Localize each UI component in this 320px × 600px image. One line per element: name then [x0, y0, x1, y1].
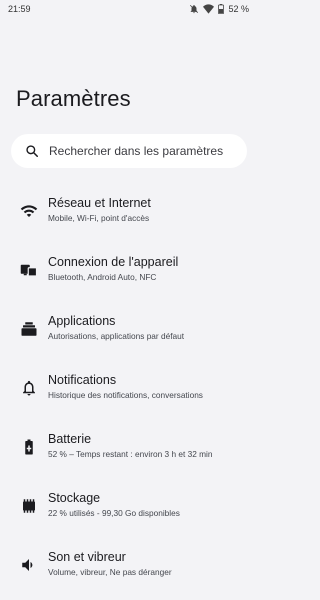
item-subtitle: 22 % utilisés - 99,30 Go disponibles: [48, 508, 180, 518]
item-title: Notifications: [48, 373, 117, 387]
storage-icon: [20, 497, 38, 515]
item-subtitle: Volume, vibreur, Ne pas déranger: [48, 567, 172, 577]
item-title: Batterie: [48, 432, 92, 446]
settings-item-sound[interactable]: Son et vibreur Volume, vibreur, Ne pas d…: [0, 544, 257, 596]
bell-icon: [20, 379, 38, 397]
status-time: 21:59: [8, 4, 31, 14]
mute-notifications-icon: [189, 4, 199, 14]
settings-item-battery[interactable]: Batterie 52 % – Temps restant : environ …: [0, 426, 257, 478]
battery-percent: 52 %: [228, 4, 249, 14]
apps-icon: [20, 320, 38, 338]
item-subtitle: Historique des notifications, conversati…: [48, 390, 203, 400]
item-title: Réseau et Internet: [48, 196, 151, 210]
battery-icon: [20, 438, 38, 456]
status-bar: 21:59 52 %: [0, 0, 257, 18]
search-bar[interactable]: Rechercher dans les paramètres: [11, 134, 247, 168]
item-subtitle: Bluetooth, Android Auto, NFC: [48, 272, 157, 282]
item-subtitle: Autorisations, applications par défaut: [48, 331, 185, 341]
settings-item-apps[interactable]: Applications Autorisations, applications…: [0, 308, 257, 360]
volume-icon: [20, 556, 38, 574]
page-title: Paramètres: [16, 86, 131, 111]
wifi-icon: [203, 4, 215, 14]
settings-item-connected-devices[interactable]: Connexion de l'appareil Bluetooth, Andro…: [0, 249, 257, 301]
battery-icon: [218, 4, 225, 14]
settings-item-storage[interactable]: Stockage 22 % utilisés - 99,30 Go dispon…: [0, 485, 257, 537]
wifi-icon: [20, 202, 38, 220]
item-title: Applications: [48, 314, 116, 328]
item-subtitle: Mobile, Wi-Fi, point d'accès: [48, 213, 150, 223]
settings-item-notifications[interactable]: Notifications Historique des notificatio…: [0, 367, 257, 419]
item-title: Connexion de l'appareil: [48, 255, 179, 269]
settings-item-network[interactable]: Réseau et Internet Mobile, Wi-Fi, point …: [0, 190, 257, 242]
item-subtitle: 52 % – Temps restant : environ 3 h et 32…: [48, 449, 213, 459]
search-placeholder: Rechercher dans les paramètres: [49, 144, 224, 158]
search-icon: [25, 144, 39, 158]
item-title: Stockage: [48, 491, 101, 505]
item-title: Son et vibreur: [48, 550, 126, 564]
connected-devices-icon: [20, 261, 38, 279]
